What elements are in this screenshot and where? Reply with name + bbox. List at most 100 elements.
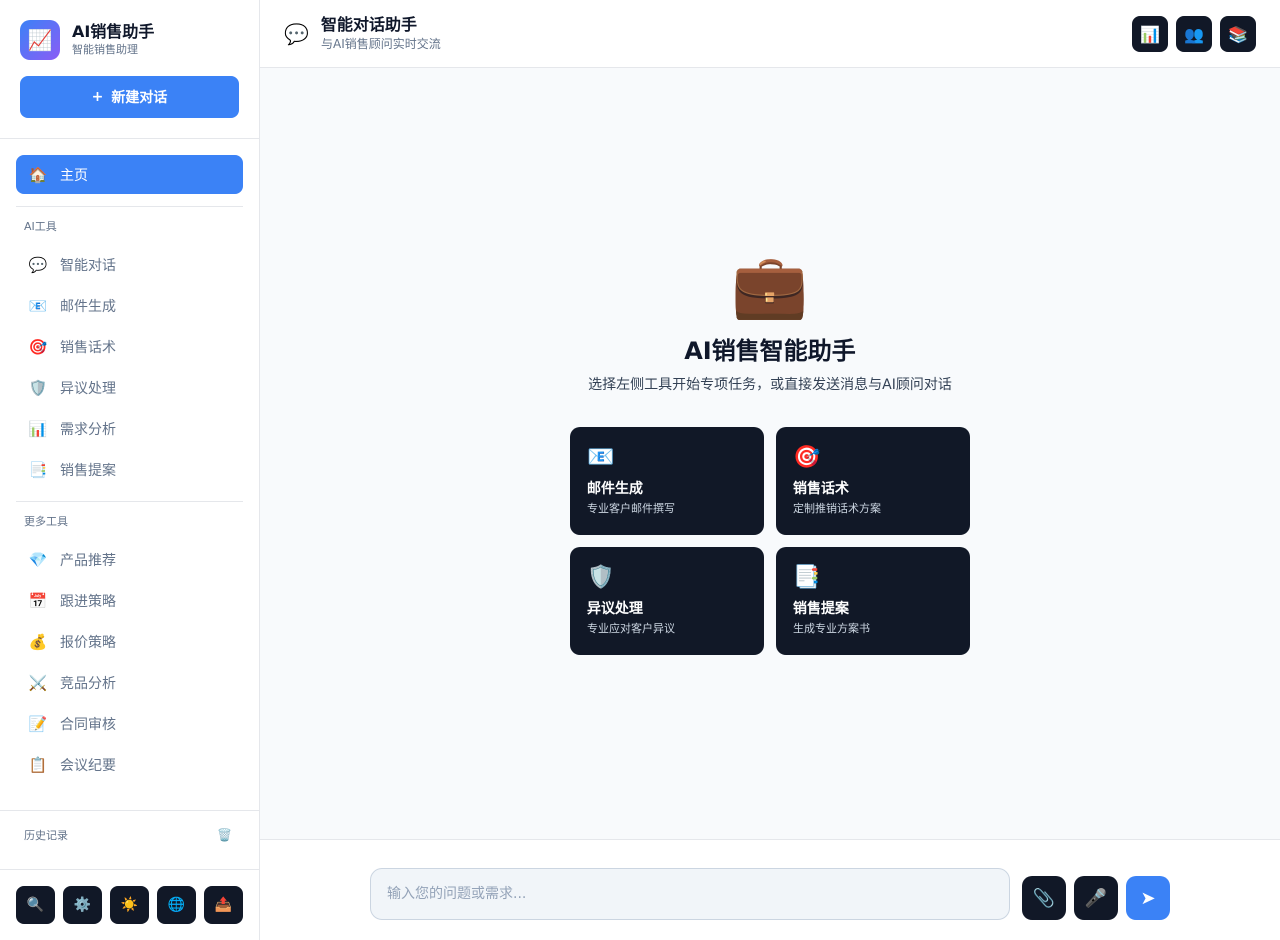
section-title-more-tools: 更多工具 [24,515,68,528]
card-title: 销售话术 [793,481,849,497]
sidebar-item-label: 异议处理 [60,380,116,397]
shield-icon: 🛡️ [28,378,48,397]
page-title: 智能对话助手 [321,15,418,34]
app-subtitle: 智能销售助理 [72,43,138,56]
sidebar-item-smart-chat[interactable]: 💬 智能对话 [16,245,243,284]
stats-button[interactable]: 📊 [1132,16,1168,52]
sidebar-item-product-recommend[interactable]: 💎 产品推荐 [16,540,243,579]
card-title: 邮件生成 [587,481,643,497]
sidebar-item-home[interactable]: 🏠 主页 [16,155,243,194]
message-input[interactable] [370,868,1010,920]
document-icon: 📑 [28,460,48,479]
sidebar-item-label: 会议纪要 [60,757,116,774]
sidebar-item-contract-review[interactable]: 📝 合同审核 [16,704,243,743]
card-description: 生成专业方案书 [793,622,870,635]
language-button[interactable]: 🌐 [157,886,196,924]
microphone-icon: 🎤 [1084,887,1108,909]
sidebar-item-label: 邮件生成 [60,298,116,315]
gem-icon: 💎 [28,550,48,569]
voice-button[interactable]: 🎤 [1074,876,1118,920]
header-actions: 📊 👥 📚 [1124,16,1256,52]
sidebar-item-label: 跟进策略 [60,593,116,610]
card-objection[interactable]: 🛡️ 异议处理 专业应对客户异议 [570,547,764,655]
document-icon: 📑 [793,565,821,590]
bar-chart-icon: 📊 [28,419,48,438]
sidebar-item-sales-script[interactable]: 🎯 销售话术 [16,327,243,366]
export-button[interactable]: 📤 [204,886,243,924]
export-icon: 📤 [214,897,233,913]
bottom-toolbar: 🔍 ⚙️ ☀️ 🌐 📤 [16,886,251,924]
users-button[interactable]: 👥 [1176,16,1212,52]
email-icon: 📧 [28,296,48,315]
stats-icon: 📊 [1140,24,1160,44]
search-button[interactable]: 🔍 [16,886,55,924]
quick-action-cards: 📧 邮件生成 专业客户邮件撰写 🎯 销售话术 定制推销话术方案 🛡️ 异议处理 … [570,427,970,655]
send-icon: ➤ [1140,887,1156,909]
sidebar-item-label: 销售话术 [60,339,116,356]
attach-button[interactable]: 📎 [1022,876,1066,920]
search-icon: 🔍 [26,897,45,913]
memo-icon: 📝 [28,714,48,733]
briefcase-icon: 💼 [731,249,809,322]
clipboard-icon: 📋 [28,755,48,774]
section-title-ai-tools: AI工具 [24,220,57,233]
target-icon: 🎯 [793,445,821,470]
sidebar-item-meeting-notes[interactable]: 📋 会议纪要 [16,745,243,784]
new-chat-button[interactable]: + 新建对话 [20,76,239,118]
sidebar-item-label: 智能对话 [60,257,116,274]
divider [0,138,259,139]
sidebar-item-label: 合同审核 [60,716,116,733]
sidebar-item-label: 需求分析 [60,421,116,438]
users-icon: 👥 [1184,24,1204,44]
sidebar-nav: 🏠 主页 AI工具 💬 智能对话 📧 邮件生成 🎯 销售话术 🛡️ 异议处理 📊… [16,155,243,786]
sidebar-item-proposal[interactable]: 📑 销售提案 [16,450,243,489]
sidebar-item-email[interactable]: 📧 邮件生成 [16,286,243,325]
sidebar: 📈 AI销售助手 智能销售助理 + 新建对话 🏠 主页 AI工具 💬 智能对话 … [0,0,260,940]
sidebar-item-label: 主页 [60,167,88,184]
sidebar-item-label: 产品推荐 [60,552,116,569]
brand-text: AI销售助手 智能销售助理 [72,22,154,58]
app-title: AI销售助手 [72,22,155,41]
plus-icon: + [91,89,104,105]
card-description: 定制推销话术方案 [793,502,881,515]
divider [0,869,259,870]
email-icon: 📧 [587,445,615,470]
books-icon: 📚 [1228,24,1248,44]
sidebar-item-label: 竞品分析 [60,675,116,692]
settings-button[interactable]: ⚙️ [63,886,102,924]
chart-up-icon: 📈 [20,20,60,60]
knowledge-button[interactable]: 📚 [1220,16,1256,52]
card-proposal[interactable]: 📑 销售提案 生成专业方案书 [776,547,970,655]
crossed-swords-icon: ⚔️ [28,673,48,692]
top-header: 💬 智能对话助手 与AI销售顾问实时交流 📊 👥 📚 [260,0,1280,68]
chat-bubble-icon: 💬 [284,22,309,46]
card-description: 专业应对客户异议 [587,622,675,635]
brand: 📈 AI销售助手 智能销售助理 [20,20,154,60]
sidebar-item-competitor[interactable]: ⚔️ 竞品分析 [16,663,243,702]
welcome-subtitle: 选择左侧工具开始专项任务，或直接发送消息与AI顾问对话 [588,377,952,393]
home-icon: 🏠 [28,165,48,184]
card-title: 异议处理 [587,601,643,617]
trash-icon[interactable]: 🗑️ [217,828,232,842]
divider [16,501,243,502]
sidebar-item-label: 销售提案 [60,462,116,479]
card-sales-script[interactable]: 🎯 销售话术 定制推销话术方案 [776,427,970,535]
sidebar-item-objection[interactable]: 🛡️ 异议处理 [16,368,243,407]
sidebar-item-label: 报价策略 [60,634,116,651]
sun-icon: ☀️ [120,897,139,913]
target-icon: 🎯 [28,337,48,356]
theme-toggle-button[interactable]: ☀️ [110,886,149,924]
sidebar-item-follow-up[interactable]: 📅 跟进策略 [16,581,243,620]
sidebar-item-pricing[interactable]: 💰 报价策略 [16,622,243,661]
card-description: 专业客户邮件撰写 [587,502,675,515]
chat-bubble-icon: 💬 [28,255,48,274]
divider [16,206,243,207]
sidebar-item-needs-analysis[interactable]: 📊 需求分析 [16,409,243,448]
card-email[interactable]: 📧 邮件生成 专业客户邮件撰写 [570,427,764,535]
welcome-title: AI销售智能助手 [684,337,856,365]
divider [0,810,259,811]
history-header: 历史记录 🗑️ [24,826,232,844]
send-button[interactable]: ➤ [1126,876,1170,920]
history-label: 历史记录 [24,829,68,842]
shield-icon: 🛡️ [587,565,615,590]
